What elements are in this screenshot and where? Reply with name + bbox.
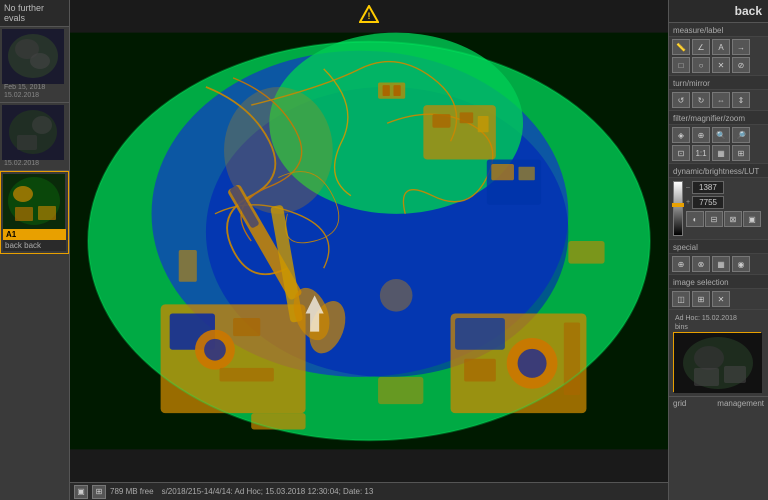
tool-btn-rect[interactable]: □ [672,57,690,73]
right-thumb-date: Ad Hoc: 15.02.2018 [673,314,764,323]
brightness-value-1[interactable] [692,181,724,194]
thumb-date-2: 15.02.2018 [2,160,67,168]
tool-btn-lut3[interactable]: ⊠ [724,211,742,227]
svg-text:!: ! [368,11,371,21]
tool-btn-lut4[interactable]: ▣ [743,211,761,227]
tool-btn-angle[interactable]: ∠ [692,39,710,55]
tool-btn-zoom-in[interactable]: 🔍 [712,127,730,143]
measure-tools: 📏 ∠ A → □ ○ ✕ ⊘ [669,37,768,76]
thumbnail-item-3[interactable]: A1 back back [0,171,69,254]
tool-btn-imgsel1[interactable]: ◫ [672,291,690,307]
section-brightness: dynamic/brightness/LUT [669,164,768,178]
tool-btn-lut1[interactable]: ◐ [686,211,704,227]
image-selection-tools: ◫ ⊞ ✕ [669,289,768,310]
lut-tools: ◐ ⊟ ⊠ ▣ [686,211,761,227]
management-label: management [717,399,764,408]
tool-btn-circle[interactable]: ○ [692,57,710,73]
tool-btn-flip-h[interactable]: ⇔ [712,92,730,108]
section-special: special [669,240,768,254]
bottom-bar-left: ▣ ⊞ 789 MB free [74,485,154,499]
slider-thumb-dark[interactable] [672,203,684,207]
thumbnail-item-1[interactable]: Feb 15, 2018 15.02.2018 [0,27,69,103]
tool-btn-filter3[interactable]: ▦ [712,145,730,161]
tool-btn-filter4[interactable]: ⊞ [732,145,750,161]
thumb-label-3: back back [3,240,66,251]
grid-label: grid [673,399,686,408]
bottom-bar: ▣ ⊞ 789 MB free s/2018/215-14/4/14: Ad H… [70,482,668,500]
tool-btn-100[interactable]: 1:1 [692,145,710,161]
special-tools: ⊕ ⊗ ▦ ◉ [669,254,768,275]
thumbnail-list: Feb 15, 2018 15.02.2018 15.02.2018 [0,27,69,500]
tool-btn-label[interactable]: A [712,39,730,55]
tool-btn-special1[interactable]: ⊕ [672,256,690,272]
thumb-date-1: Feb 15, 2018 [2,84,67,92]
tool-btn-fit[interactable]: ⊡ [672,145,690,161]
thumbnail-item-2[interactable]: 15.02.2018 [0,103,69,171]
bottom-bar-icon-2[interactable]: ⊞ [92,485,106,499]
turn-tools: ↺ ↻ ⇔ ⇕ [669,90,768,111]
section-filter: filter/magnifier/zoom [669,111,768,125]
thumb-xray-1[interactable] [2,29,64,84]
tool-btn-special3[interactable]: ▦ [712,256,730,272]
tool-btn-rotate-left[interactable]: ↺ [672,92,690,108]
tool-btn-lut2[interactable]: ⊟ [705,211,723,227]
section-image-selection: image selection [669,275,768,289]
tool-btn-ruler[interactable]: 📏 [672,39,690,55]
right-bottom-thumbnail: Ad Hoc: 15.02.2018 bins [673,314,764,392]
tool-btn-special4[interactable]: ◉ [732,256,750,272]
tool-btn-rotate-right[interactable]: ↻ [692,92,710,108]
tool-btn-zoom-out[interactable]: 🔎 [732,127,750,143]
tool-btn-imgsel3[interactable]: ✕ [712,291,730,307]
brightness-slider-group [673,181,683,236]
right-thumb-label: bins [673,323,764,332]
tool-btn-special2[interactable]: ⊗ [692,256,710,272]
filter-tools: ◈ ⊕ 🔍 🔎 ⊡ 1:1 ▦ ⊞ [669,125,768,164]
thumb-active-label: A1 [3,229,66,240]
tool-btn-filter1[interactable]: ◈ [672,127,690,143]
thumb-xray-3[interactable] [3,174,65,229]
bottom-timestamp: s/2018/215-14/4/14: Ad Hoc; 15.03.2018 1… [162,487,374,496]
xray-canvas: ! [70,0,668,482]
tool-btn-erase[interactable]: ✕ [712,57,730,73]
right-sidebar: back measure/label 📏 ∠ A → □ ○ ✕ ⊘ turn/… [668,0,768,500]
section-measure-label: measure/label [669,23,768,37]
vertical-slider-dark[interactable] [673,181,683,236]
tool-btn-filter2[interactable]: ⊕ [692,127,710,143]
tool-btn-flip-v[interactable]: ⇕ [732,92,750,108]
xray-image [70,0,668,482]
thumb-date-1b: 15.02.2018 [2,92,67,100]
main-layout: No further evals Feb 15, 2018 15.02.2018 [0,0,768,500]
brightness-value-2[interactable] [692,196,724,209]
section-turn-mirror: turn/mirror [669,76,768,90]
tool-btn-imgsel2[interactable]: ⊞ [692,291,710,307]
brightness-controls: – + ◐ ⊟ ⊠ ▣ [669,178,768,240]
back-button[interactable]: back [669,0,768,23]
tool-btn-arrow[interactable]: → [732,39,750,55]
tool-btn-clear[interactable]: ⊘ [732,57,750,73]
no-further-label: No further evals [0,0,69,27]
file-size: 789 MB free [110,487,154,496]
main-content: ! [70,0,668,500]
grid-management-bar: grid management [669,396,768,410]
brightness-inputs: – + ◐ ⊟ ⊠ ▣ [686,181,761,236]
bottom-bar-icon-1[interactable]: ▣ [74,485,88,499]
left-sidebar: No further evals Feb 15, 2018 15.02.2018 [0,0,70,500]
right-thumb-image[interactable] [673,332,761,392]
thumb-xray-2[interactable] [2,105,64,160]
warning-triangle: ! [359,5,379,23]
